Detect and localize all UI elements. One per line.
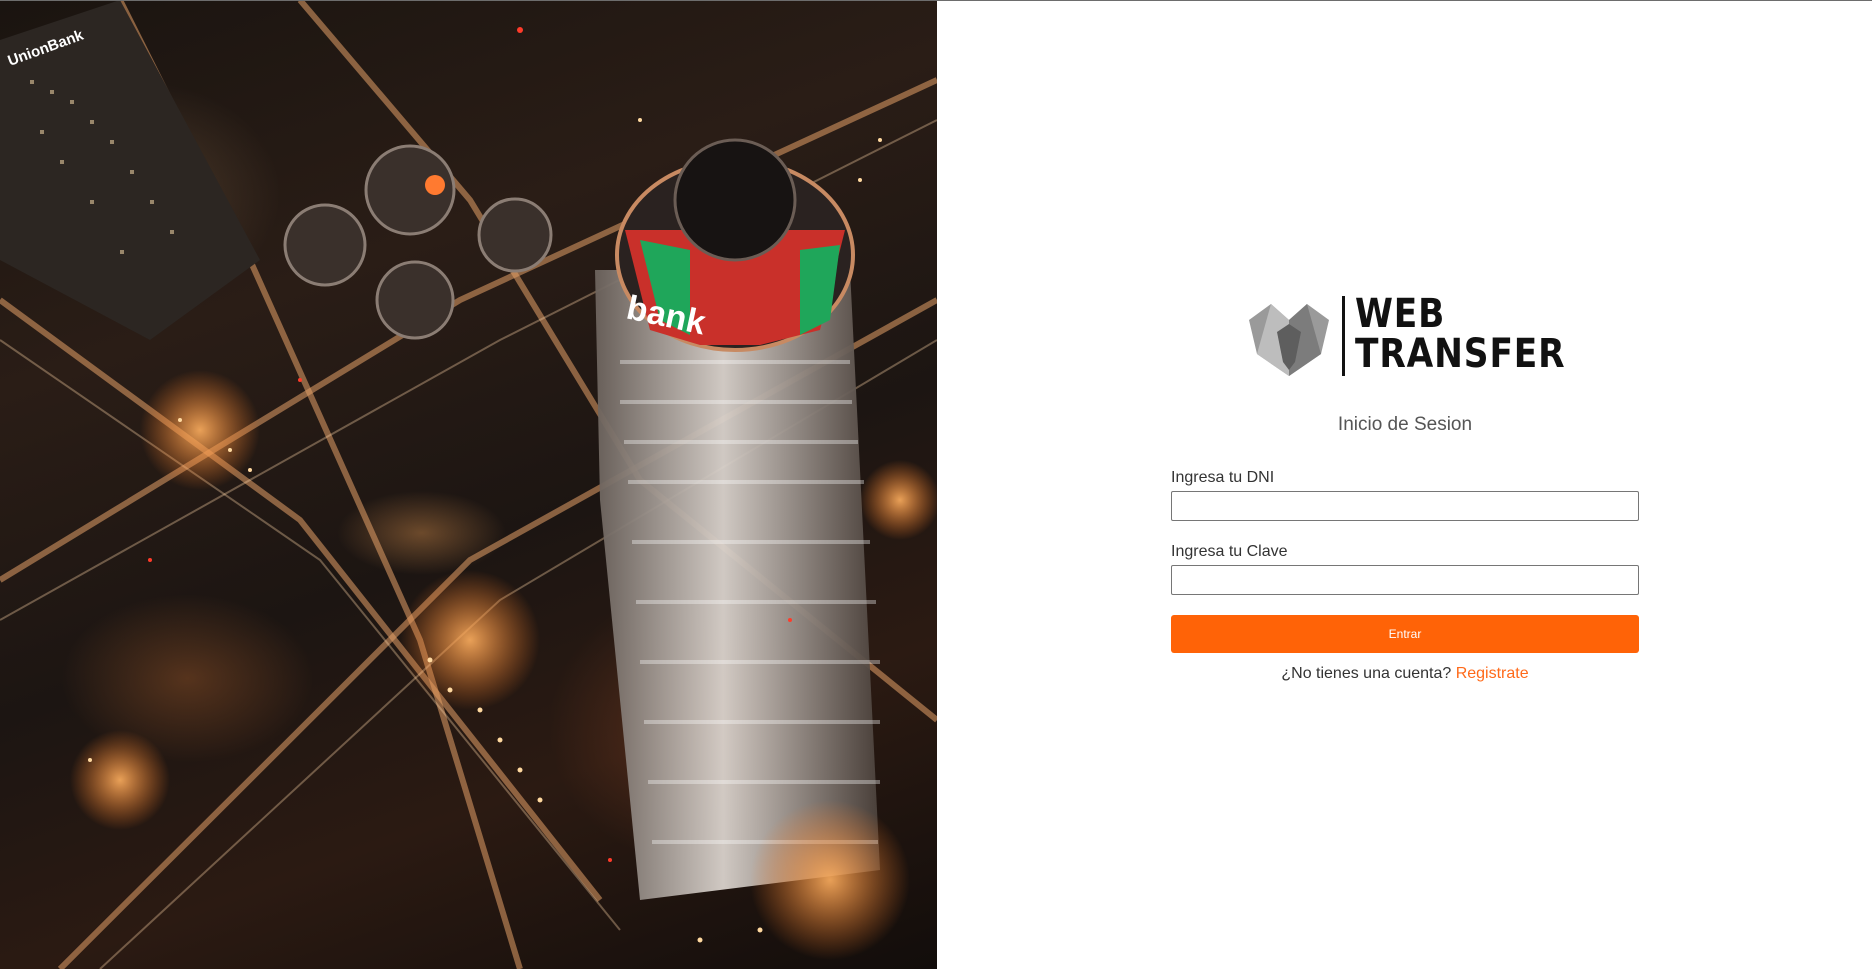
login-panel — [937, 0, 1872, 969]
fox-logo-icon — [1249, 304, 1329, 376]
city-hero-image: UnionBank bank — [0, 0, 937, 969]
entrar-button[interactable]: Entrar — [1171, 615, 1639, 653]
register-link[interactable]: Registrate — [1456, 665, 1529, 682]
window-top-border — [0, 0, 1872, 1]
web-transfer-logo: WEB TRANSFER — [1249, 291, 1566, 378]
dni-input[interactable] — [1171, 491, 1639, 521]
logo-line-1: WEB — [1355, 291, 1446, 337]
logo-wordmark: WEB TRANSFER — [1355, 291, 1566, 377]
logo-divider — [1342, 296, 1345, 376]
page-title: Inicio de Sesion — [1337, 414, 1473, 435]
register-line: ¿No tienes una cuenta? Registrate — [1171, 665, 1639, 683]
dni-label: Ingresa tu DNI — [1171, 469, 1275, 486]
clave-input[interactable] — [1171, 565, 1639, 595]
city-illustration: UnionBank bank — [0, 0, 937, 969]
logo-line-2: TRANSFER — [1355, 331, 1566, 377]
clave-label: Ingresa tu Clave — [1171, 543, 1288, 560]
register-prompt: ¿No tienes una cuenta? — [1281, 665, 1452, 682]
